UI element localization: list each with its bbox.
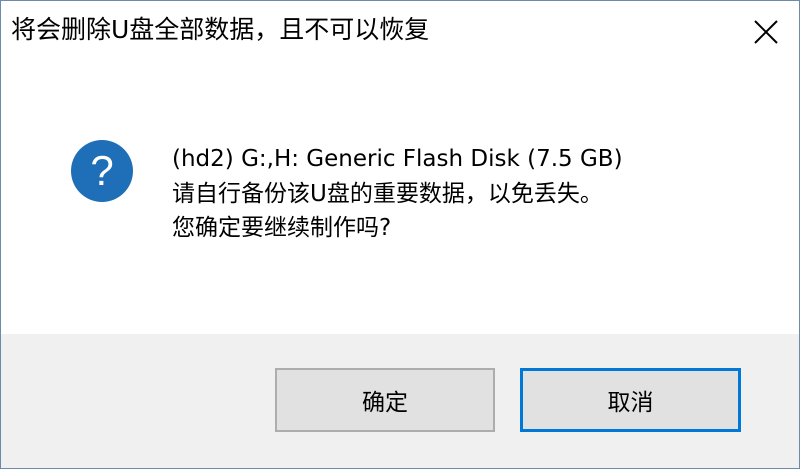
message-line-confirm: 您确定要继续制作吗? xyxy=(172,215,392,241)
message-line-device: (hd2) G:,H: Generic Flash Disk (7.5 GB) xyxy=(172,146,623,172)
close-icon xyxy=(754,20,778,44)
svg-text:?: ? xyxy=(90,147,113,194)
confirm-dialog: 将会删除U盘全部数据，且不可以恢复 ? (hd2) G:,H: Generic … xyxy=(0,0,800,469)
window-title: 将会删除U盘全部数据，且不可以恢复 xyxy=(11,15,430,44)
message-line-backup: 请自行备份该U盘的重要数据，以免丢失。 xyxy=(172,180,603,207)
message-text: (hd2) G:,H: Generic Flash Disk (7.5 GB) … xyxy=(172,142,623,246)
cancel-button[interactable]: 取消 xyxy=(520,368,741,432)
title-bar: 将会删除U盘全部数据，且不可以恢复 xyxy=(1,1,799,63)
button-bar: 确定 取消 xyxy=(1,334,799,468)
close-button[interactable] xyxy=(733,1,799,63)
ok-button[interactable]: 确定 xyxy=(275,368,495,432)
dialog-content: ? (hd2) G:,H: Generic Flash Disk (7.5 GB… xyxy=(1,63,799,334)
question-icon: ? xyxy=(70,139,134,203)
